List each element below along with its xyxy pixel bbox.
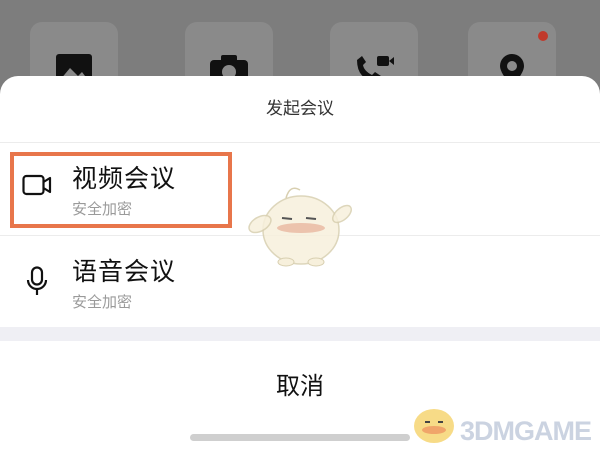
logo-mascot-icon (408, 400, 460, 450)
home-indicator (190, 434, 410, 441)
mascot-watermark (246, 178, 356, 274)
section-divider (0, 327, 600, 341)
microphone-icon (26, 266, 48, 300)
voice-meeting-title: 语音会议 (72, 257, 177, 286)
video-camera-icon (22, 174, 52, 200)
site-watermark: 3DMGAME (460, 416, 592, 446)
voice-meeting-subtitle: 安全加密 (72, 293, 133, 311)
video-meeting-subtitle: 安全加密 (72, 200, 133, 218)
notification-dot (538, 31, 548, 41)
video-meeting-title: 视频会议 (72, 164, 177, 193)
sheet-title: 发起会议 (0, 76, 600, 143)
